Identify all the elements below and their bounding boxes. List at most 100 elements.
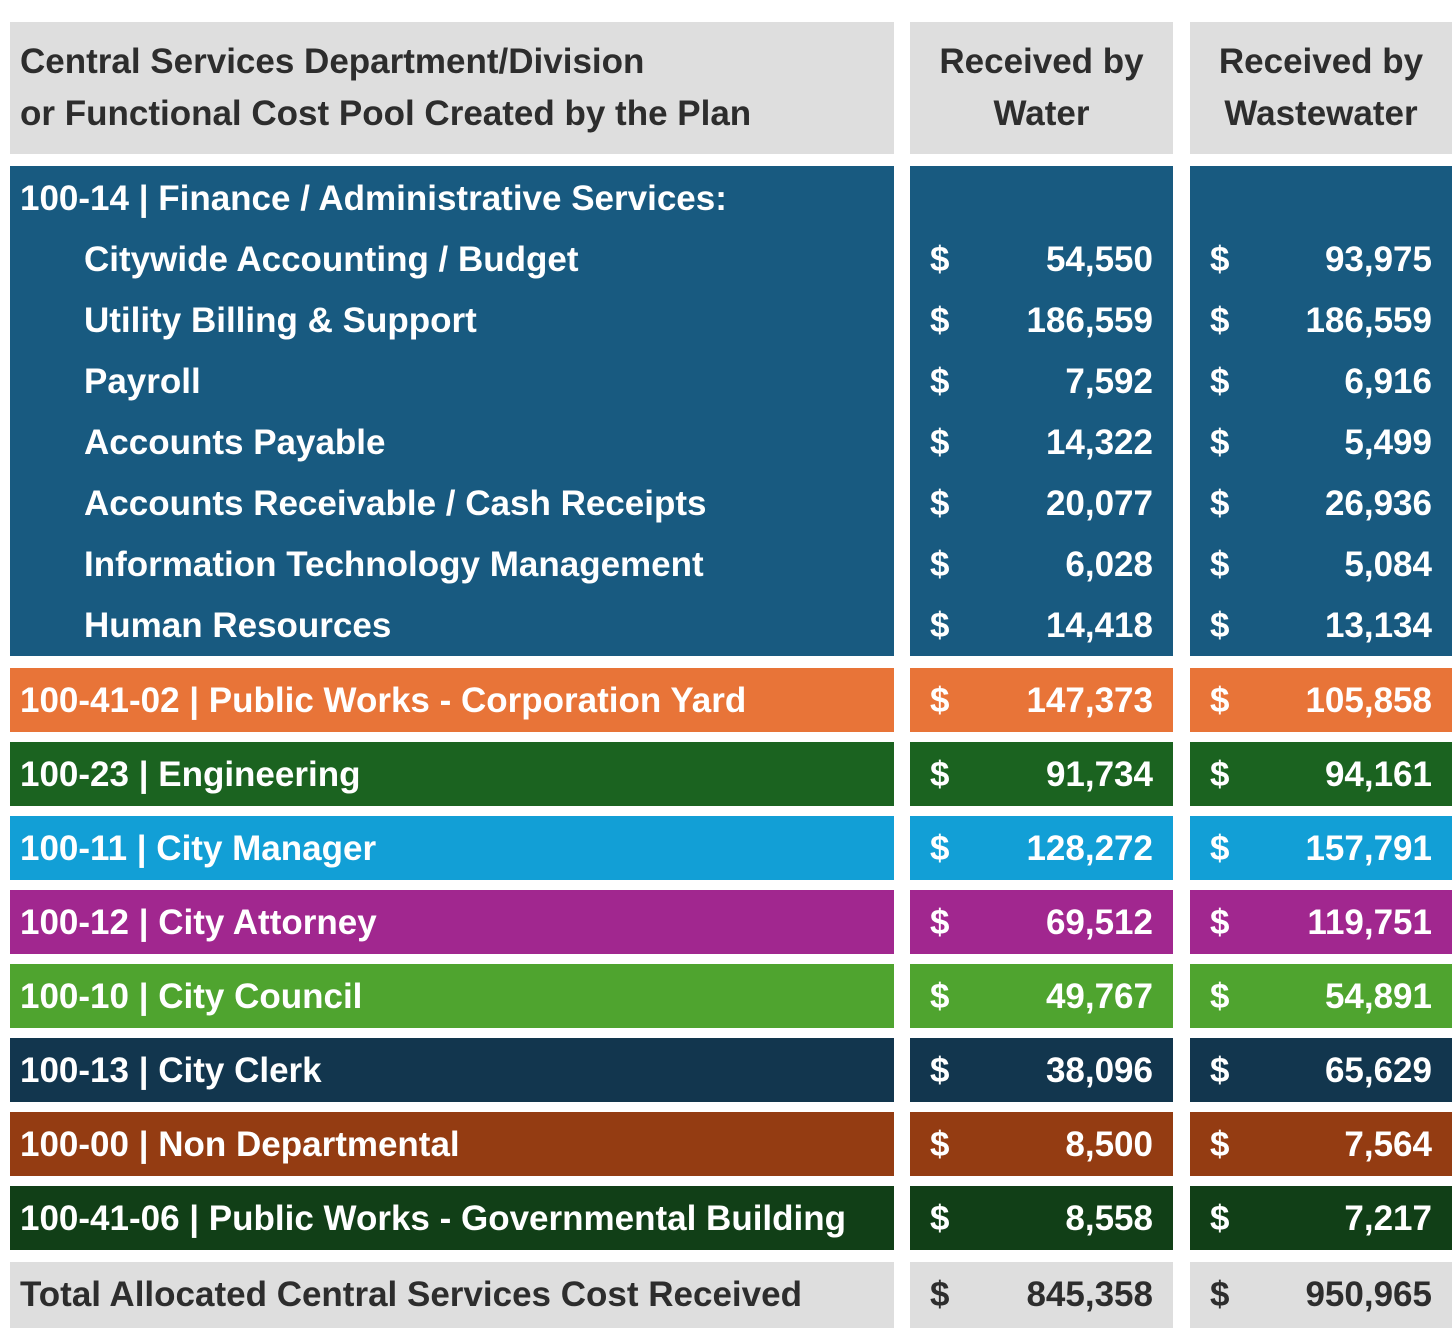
row-department: 100-00 | Non Departmental xyxy=(10,1112,894,1176)
water-amount: 91,734 xyxy=(1045,755,1153,794)
header-water: Received by Water xyxy=(910,22,1173,154)
finance-wastewater-cell: $5,084 xyxy=(1190,534,1452,595)
finance-water-cell: $6,028 xyxy=(910,534,1173,595)
row-department: 100-11 | City Manager xyxy=(10,816,894,880)
wastewater-amount: 5,499 xyxy=(1344,423,1432,462)
wastewater-amount: 105,858 xyxy=(1305,681,1432,720)
currency-symbol: $ xyxy=(930,1051,950,1090)
water-amount: 38,096 xyxy=(1045,1051,1153,1090)
header-wastewater-line2: Wastewater xyxy=(1224,94,1418,133)
wastewater-amount: 157,791 xyxy=(1305,829,1432,868)
wastewater-amount: 13,134 xyxy=(1324,606,1432,645)
finance-item-label: Human Resources xyxy=(84,606,392,645)
finance-block-wastewater: $93,975 $186,559 $6,916 $5,499 $26,936 $… xyxy=(1190,166,1452,656)
currency-symbol: $ xyxy=(930,545,950,584)
finance-wastewater-cell: $26,936 xyxy=(1190,473,1452,534)
currency-symbol: $ xyxy=(1210,903,1230,942)
wastewater-amount: 54,891 xyxy=(1324,977,1432,1016)
finance-water-cell: $14,418 xyxy=(910,595,1173,656)
row-wastewater: $7,564 xyxy=(1190,1112,1452,1176)
department-label: 100-41-06 | Public Works - Governmental … xyxy=(20,1199,847,1238)
currency-symbol: $ xyxy=(1210,1275,1230,1314)
water-amount: 8,558 xyxy=(1065,1199,1153,1238)
department-label: 100-23 | Engineering xyxy=(20,755,361,794)
finance-water-cell: $20,077 xyxy=(910,473,1173,534)
wastewater-amount: 93,975 xyxy=(1324,240,1432,279)
department-label: 100-13 | City Clerk xyxy=(20,1051,322,1090)
finance-wastewater-cell: $186,559 xyxy=(1190,290,1452,351)
currency-symbol: $ xyxy=(930,362,950,401)
total-water-amount: 845,358 xyxy=(1026,1275,1153,1314)
finance-block-labels: 100-14 | Finance / Administrative Servic… xyxy=(10,166,894,656)
wastewater-amount: 186,559 xyxy=(1305,301,1432,340)
currency-symbol: $ xyxy=(930,977,950,1016)
total-label: Total Allocated Central Services Cost Re… xyxy=(20,1275,802,1314)
row-department: 100-41-02 | Public Works - Corporation Y… xyxy=(10,668,894,732)
currency-symbol: $ xyxy=(1210,301,1230,340)
row-department: 100-23 | Engineering xyxy=(10,742,894,806)
finance-item-label: Accounts Receivable / Cash Receipts xyxy=(84,484,707,523)
wastewater-amount: 6,916 xyxy=(1344,362,1432,401)
water-amount: 147,373 xyxy=(1026,681,1153,720)
currency-symbol: $ xyxy=(930,484,950,523)
currency-symbol: $ xyxy=(1210,484,1230,523)
water-amount: 20,077 xyxy=(1045,484,1153,523)
currency-symbol: $ xyxy=(930,903,950,942)
finance-water-cell: $54,550 xyxy=(910,229,1173,290)
currency-symbol: $ xyxy=(930,423,950,462)
header-department: Central Services Department/Division or … xyxy=(10,22,894,154)
currency-symbol: $ xyxy=(930,681,950,720)
finance-block-water: $54,550 $186,559 $7,592 $14,322 $20,077 … xyxy=(910,166,1173,656)
currency-symbol: $ xyxy=(930,301,950,340)
currency-symbol: $ xyxy=(930,606,950,645)
water-amount: 14,322 xyxy=(1045,423,1153,462)
row-water: $128,272 xyxy=(910,816,1173,880)
wastewater-amount: 7,564 xyxy=(1344,1125,1432,1164)
row-water: $69,512 xyxy=(910,890,1173,954)
header-water-line2: Water xyxy=(993,94,1090,133)
currency-symbol: $ xyxy=(930,829,950,868)
wastewater-amount: 119,751 xyxy=(1307,903,1432,942)
header-wastewater-line1: Received by xyxy=(1218,42,1424,81)
finance-item-label: Payroll xyxy=(84,362,201,401)
finance-wastewater-cell: $5,499 xyxy=(1190,412,1452,473)
row-department: 100-12 | City Attorney xyxy=(10,890,894,954)
finance-item-label: Citywide Accounting / Budget xyxy=(84,240,579,279)
water-amount: 14,418 xyxy=(1045,606,1153,645)
currency-symbol: $ xyxy=(930,240,950,279)
row-wastewater: $65,629 xyxy=(1190,1038,1452,1102)
currency-symbol: $ xyxy=(1210,423,1230,462)
row-water: $147,373 xyxy=(910,668,1173,732)
department-label: 100-41-02 | Public Works - Corporation Y… xyxy=(20,681,747,720)
total-label-cell: Total Allocated Central Services Cost Re… xyxy=(10,1262,894,1328)
row-wastewater: $7,217 xyxy=(1190,1186,1452,1250)
row-water: $38,096 xyxy=(910,1038,1173,1102)
total-wastewater-cell: $950,965 xyxy=(1190,1262,1452,1328)
department-label: 100-11 | City Manager xyxy=(20,829,377,868)
row-wastewater: $157,791 xyxy=(1190,816,1452,880)
cost-allocation-table: Central Services Department/Division or … xyxy=(0,0,1456,1342)
currency-symbol: $ xyxy=(1210,606,1230,645)
water-amount: 8,500 xyxy=(1065,1125,1153,1164)
wastewater-amount: 65,629 xyxy=(1324,1051,1432,1090)
currency-symbol: $ xyxy=(1210,681,1230,720)
water-amount: 69,512 xyxy=(1045,903,1153,942)
row-water: $49,767 xyxy=(910,964,1173,1028)
currency-symbol: $ xyxy=(1210,755,1230,794)
finance-item-label: Information Technology Management xyxy=(84,545,704,584)
department-label: 100-10 | City Council xyxy=(20,977,363,1016)
header-department-line2: or Functional Cost Pool Created by the P… xyxy=(20,94,752,133)
finance-title: 100-14 | Finance / Administrative Servic… xyxy=(20,179,727,218)
currency-symbol: $ xyxy=(1210,977,1230,1016)
header-wastewater: Received by Wastewater xyxy=(1190,22,1452,154)
wastewater-amount: 26,936 xyxy=(1324,484,1432,523)
total-wastewater-amount: 950,965 xyxy=(1305,1275,1432,1314)
currency-symbol: $ xyxy=(930,1275,950,1314)
currency-symbol: $ xyxy=(1210,545,1230,584)
row-water: $8,558 xyxy=(910,1186,1173,1250)
water-amount: 49,767 xyxy=(1045,977,1153,1016)
currency-symbol: $ xyxy=(1210,1051,1230,1090)
department-label: 100-12 | City Attorney xyxy=(20,903,377,942)
finance-wastewater-cell: $93,975 xyxy=(1190,229,1452,290)
finance-item-label: Utility Billing & Support xyxy=(84,301,477,340)
